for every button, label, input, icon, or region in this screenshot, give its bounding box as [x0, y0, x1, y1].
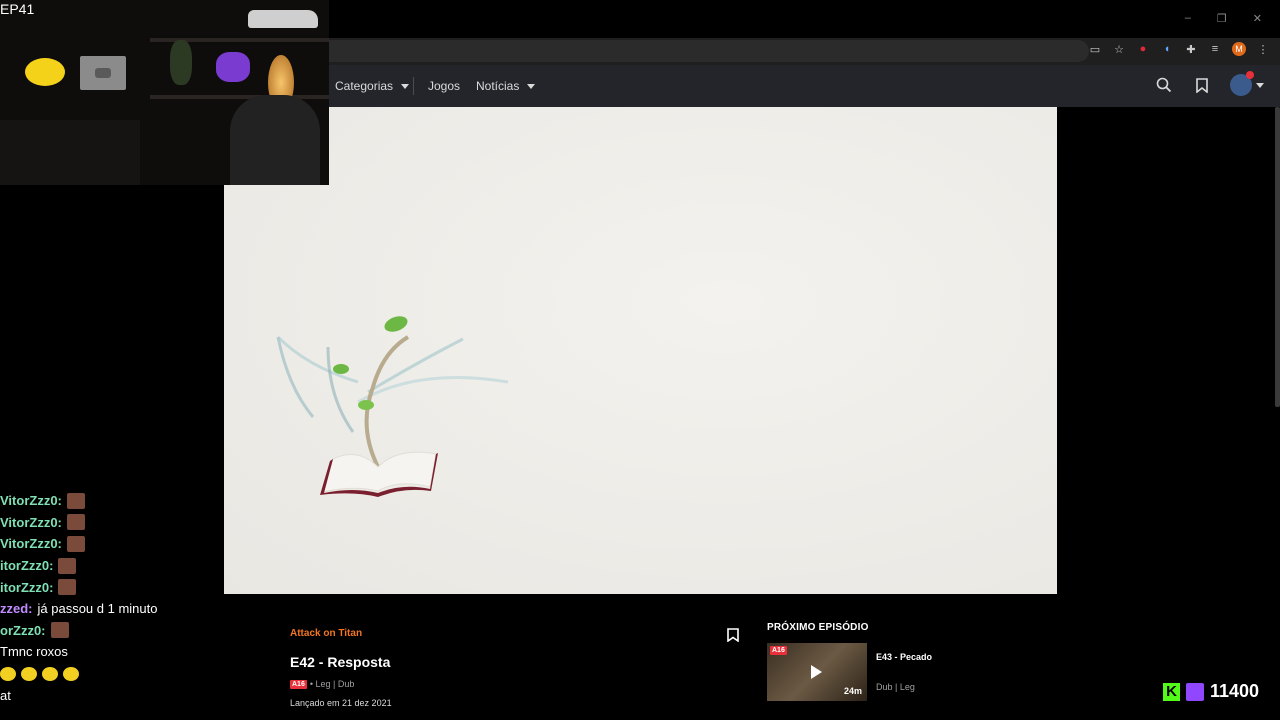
episode-duration: 24m: [843, 686, 862, 696]
bookmark-icon[interactable]: [727, 628, 739, 643]
minimize-button[interactable]: –: [1185, 12, 1191, 25]
chat-emote-icon: [63, 666, 79, 681]
nav-noticias[interactable]: Notícias: [476, 79, 536, 93]
kick-logo-icon: K: [1163, 682, 1180, 701]
cast-icon[interactable]: ▭: [1088, 42, 1102, 56]
chat-emote-icon: [66, 492, 85, 509]
yellow-lamp-icon: [25, 58, 65, 86]
url-input[interactable]: [329, 40, 1089, 62]
plant-icon: [170, 40, 192, 85]
chat-message: itorZzz0:: [0, 555, 200, 577]
series-link[interactable]: Attack on Titan: [290, 628, 362, 639]
chat-message: zzed: já passou d 1 minuto: [0, 598, 200, 620]
nav-jogos[interactable]: Jogos: [428, 79, 460, 93]
next-episode-heading: PRÓXIMO EPISÓDIO: [767, 622, 869, 633]
twitch-logo-icon: [1186, 682, 1204, 701]
page-scrollbar[interactable]: [1275, 107, 1280, 407]
nav-divider: [413, 77, 414, 95]
stream-chat: VitorZzz0: VitorZzz0: VitorZzz0: itorZzz0: i…: [0, 490, 200, 706]
chat-username[interactable]: itorZzz0:: [0, 580, 53, 595]
age-rating-badge: A16: [770, 646, 787, 655]
chat-username[interactable]: orZzz0:: [0, 623, 46, 638]
notification-dot: [1246, 71, 1254, 79]
star-icon[interactable]: ☆: [1112, 42, 1126, 56]
chat-emote-icon: [42, 666, 58, 681]
restore-button[interactable]: ❐: [1217, 12, 1227, 25]
chat-message: itorZzz0:: [0, 576, 200, 598]
nav-categorias-label: Categorias: [335, 79, 394, 93]
extension-toolbar: ▭ ☆ ● ◖ ✚ ≡ M ⋮: [1088, 42, 1270, 56]
bookmark-icon[interactable]: [1192, 75, 1212, 95]
chat-username[interactable]: zzed:: [0, 601, 33, 616]
chat-message: VitorZzz0:: [0, 490, 200, 512]
webcam-label: EP41: [0, 1, 35, 17]
avatar: [1230, 71, 1254, 96]
chat-text: at: [0, 687, 11, 703]
shelf-line: [150, 95, 329, 99]
chat-message: [0, 663, 200, 685]
chat-emote-icon: [0, 666, 16, 681]
chat-username[interactable]: VitorZzz0:: [0, 536, 62, 551]
streamer-webcam: EP41: [0, 0, 329, 185]
desk-area: [0, 120, 140, 185]
video-player[interactable]: [224, 107, 1057, 594]
chat-message: VitorZzz0:: [0, 512, 200, 534]
chat-emote-icon: [66, 514, 85, 531]
chevron-down-icon: [527, 83, 536, 89]
next-episode-languages: Dub | Leg: [876, 682, 915, 692]
episode-title: E42 - Resposta: [290, 654, 391, 670]
search-icon[interactable]: [1154, 75, 1174, 95]
chevron-down-icon: [1256, 82, 1264, 88]
next-episode-title[interactable]: E43 - Pecado: [876, 652, 932, 662]
next-episode-thumbnail[interactable]: A16 24m: [767, 643, 867, 701]
chat-username[interactable]: VitorZzz0:: [0, 515, 62, 530]
age-rating-badge: A16: [290, 679, 307, 689]
chat-username[interactable]: VitorZzz0:: [0, 493, 62, 508]
nav-actions: [1154, 71, 1264, 96]
chat-text: já passou d 1 minuto: [37, 601, 158, 617]
chat-text: Tmnc roxos: [0, 644, 68, 660]
chevron-down-icon: [401, 83, 410, 89]
episode-languages: • Leg | Dub: [309, 679, 355, 689]
close-button[interactable]: ✕: [1253, 12, 1262, 25]
release-date: Lançado em 21 dez 2021: [290, 698, 392, 708]
plaque-play-icon: [95, 68, 111, 78]
nav-noticias-label: Notícias: [476, 79, 520, 93]
chat-emote-icon: [21, 666, 37, 681]
chat-message: Tmnc roxos: [0, 641, 200, 663]
chat-username[interactable]: itorZzz0:: [0, 558, 53, 573]
address-bar: ▭ ☆ ● ◖ ✚ ≡ M ⋮: [329, 38, 1280, 65]
window-controls: – ❐ ✕: [1185, 12, 1262, 25]
chat-emote-icon: [58, 557, 77, 574]
more-icon[interactable]: ⋮: [1256, 42, 1270, 56]
media-icon[interactable]: ≡: [1208, 42, 1222, 56]
nav-categorias[interactable]: Categorias: [335, 79, 410, 93]
audio-icon[interactable]: ◖: [1160, 42, 1174, 56]
user-menu[interactable]: [1230, 71, 1264, 96]
stream-viewer-counter: K 11400: [1163, 681, 1259, 702]
shield-icon[interactable]: ●: [1136, 42, 1150, 56]
chat-message: orZzz0:: [0, 620, 200, 642]
nav-jogos-label: Jogos: [428, 79, 461, 93]
purple-heart-icon: [216, 52, 250, 82]
profile-m-icon[interactable]: M: [1232, 42, 1246, 56]
viewer-count: 11400: [1210, 681, 1260, 701]
chat-emote-icon: [58, 579, 77, 596]
chat-message: at: [0, 684, 200, 706]
chat-message: VitorZzz0:: [0, 533, 200, 555]
chair-back: [230, 95, 320, 185]
chat-emote-icon: [66, 535, 85, 552]
toy-car-icon: [248, 10, 318, 28]
puzzle-icon[interactable]: ✚: [1184, 42, 1198, 56]
play-icon: [811, 665, 822, 679]
episode-meta: A16 • Leg | Dub: [290, 679, 354, 689]
sprout-book-illustration: [276, 316, 509, 497]
chat-emote-icon: [50, 622, 69, 639]
